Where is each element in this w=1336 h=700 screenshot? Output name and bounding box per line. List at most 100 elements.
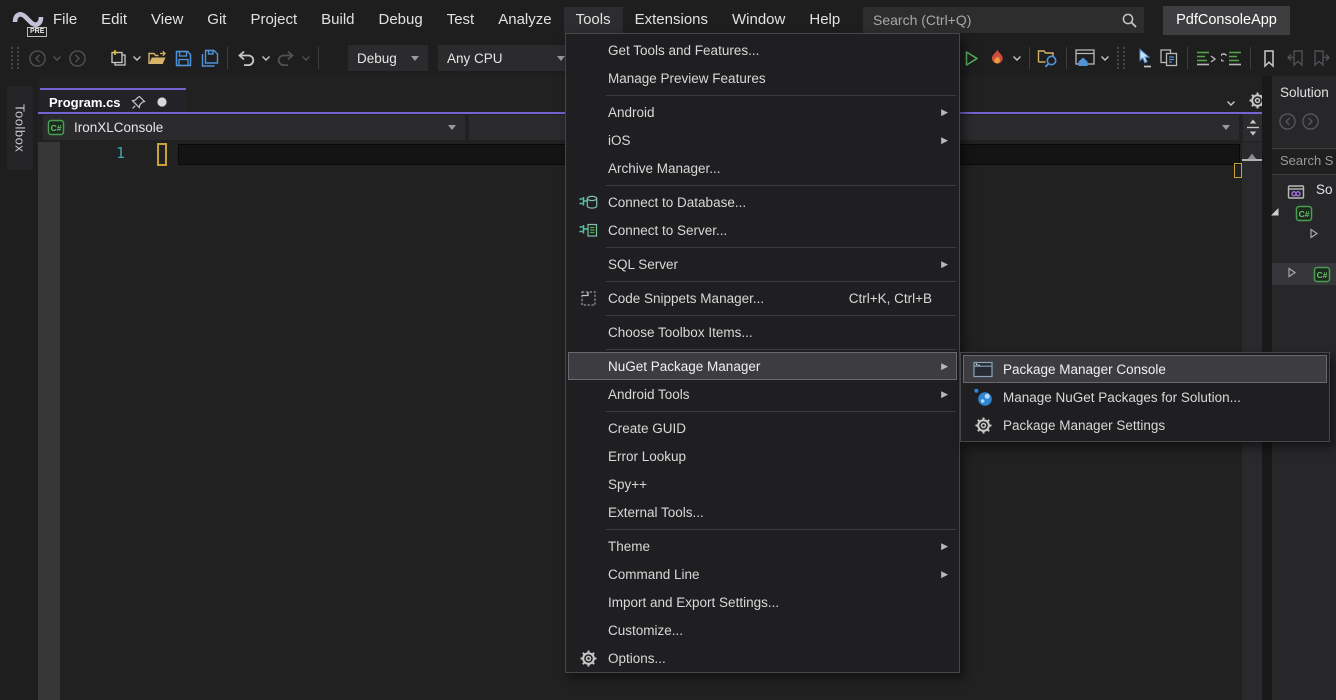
save-icon[interactable] [170,46,196,71]
next-bookmark-icon[interactable] [1308,46,1334,71]
menu-item-connect-to-server[interactable]: Connect to Server... [568,216,957,244]
menu-item-package-manager-console[interactable]: Package Manager Console [963,355,1327,383]
menu-item-manage-nuget-packages-for-solution[interactable]: Manage NuGet Packages for Solution... [963,383,1327,411]
window-home-icon[interactable] [1072,46,1098,71]
menu-item-label: Manage NuGet Packages for Solution... [1003,390,1241,405]
menu-item-spy[interactable]: Spy++ [568,470,957,498]
solution-search-box[interactable]: Search S [1272,148,1336,175]
search-box[interactable]: Search (Ctrl+Q) [863,7,1144,33]
solution-tree-row[interactable]: C# [1272,263,1336,285]
menu-item-get-tools-and-features[interactable]: Get Tools and Features... [568,36,957,64]
menu-item-android-tools[interactable]: Android Tools▶ [568,380,957,408]
menubar-item-help[interactable]: Help [797,7,852,33]
menu-item-external-tools[interactable]: External Tools... [568,498,957,526]
menu-item-ios[interactable]: iOS▶ [568,126,957,154]
format-selection-icon[interactable] [1219,46,1245,71]
line-number: 1 [116,144,136,162]
toggle-bookmark-icon[interactable] [1256,46,1282,71]
toolbar-separator [1066,47,1067,69]
solution-tree-row[interactable] [1272,224,1336,246]
menubar-item-extensions[interactable]: Extensions [623,7,720,33]
navigate-back-icon[interactable] [24,46,50,71]
new-project-dropdown-icon[interactable] [130,46,144,71]
menubar-item-edit[interactable]: Edit [89,7,139,33]
menu-item-manage-preview-features[interactable]: Manage Preview Features [568,64,957,92]
menu-item-label: Android [608,105,655,120]
previous-bookmark-icon[interactable] [1282,46,1308,71]
menubar-item-project[interactable]: Project [238,7,309,33]
menubar-item-analyze[interactable]: Analyze [486,7,563,33]
menubar-item-tools[interactable]: Tools [564,7,623,33]
find-in-files-icon[interactable] [1035,46,1061,71]
unsaved-dot-icon[interactable] [156,96,168,108]
search-icon[interactable] [1114,12,1144,29]
menu-item-package-manager-settings[interactable]: Package Manager Settings [963,411,1327,439]
menu-item-android[interactable]: Android▶ [568,98,957,126]
forward-icon[interactable] [1301,112,1320,136]
menubar-item-git[interactable]: Git [195,7,238,33]
split-window-button[interactable] [1243,114,1262,141]
hot-reload-dropdown-icon[interactable] [1010,46,1024,71]
paste-source-icon[interactable] [1156,46,1182,71]
window-home-dropdown-icon[interactable] [1098,46,1112,71]
solution-name-button[interactable]: PdfConsoleApp [1163,6,1290,35]
selection-tool-icon[interactable] [1130,46,1156,71]
solution-tree-row[interactable]: C# [1272,202,1336,224]
hot-reload-icon[interactable] [984,46,1010,71]
menubar-item-build[interactable]: Build [309,7,366,33]
open-file-icon[interactable] [144,46,170,71]
toolbar-drag-handle[interactable] [1117,47,1125,69]
navigate-forward-icon[interactable] [64,46,90,71]
menu-item-error-lookup[interactable]: Error Lookup [568,442,957,470]
redo-dropdown-icon[interactable] [299,46,313,71]
debug-configuration-combo[interactable]: Debug [348,45,428,71]
toolbar-left-icons [6,40,324,76]
menu-item-archive-manager[interactable]: Archive Manager... [568,154,957,182]
navigate-back-dropdown-icon[interactable] [50,46,64,71]
menu-item-choose-toolbox-items[interactable]: Choose Toolbox Items... [568,318,957,346]
document-tab[interactable]: Program.cs [40,88,186,114]
scrollbar-up-icon[interactable] [1246,148,1258,166]
back-icon[interactable] [1278,112,1297,136]
toolbar-drag-handle[interactable] [11,47,19,69]
menu-item-theme[interactable]: Theme▶ [568,532,957,560]
menu-item-nuget-package-manager[interactable]: NuGet Package Manager▶ [568,352,957,380]
menu-item-label: iOS [608,133,631,148]
solution-tree-row[interactable]: So [1272,180,1336,202]
menu-item-label: Error Lookup [608,449,686,464]
menu-item-options[interactable]: Options... [568,644,957,672]
toolbox-tab[interactable]: Toolbox [7,86,33,170]
menubar-item-file[interactable]: File [41,7,89,33]
menu-item-customize[interactable]: Customize... [568,616,957,644]
start-without-debugging-icon[interactable] [958,46,984,71]
menubar-item-debug[interactable]: Debug [367,7,435,33]
menubar-item-test[interactable]: Test [435,7,487,33]
undo-icon[interactable] [233,46,259,71]
menu-item-code-snippets-manager[interactable]: Code Snippets Manager...Ctrl+K, Ctrl+B [568,284,957,312]
new-project-icon[interactable] [104,46,130,71]
caret-box [157,143,167,166]
project-dropdown[interactable]: C# IronXLConsole [43,115,465,140]
platform-combo[interactable]: Any CPU [438,45,574,71]
document-tab-title: Program.cs [40,95,121,110]
menu-item-sql-server[interactable]: SQL Server▶ [568,250,957,278]
pin-icon[interactable] [131,95,146,110]
menu-item-create-guid[interactable]: Create GUID [568,414,957,442]
format-document-icon[interactable] [1193,46,1219,71]
menubar-item-view[interactable]: View [139,7,195,33]
menu-item-import-and-export-settings[interactable]: Import and Export Settings... [568,588,957,616]
undo-dropdown-icon[interactable] [259,46,273,71]
menubar-item-window[interactable]: Window [720,7,797,33]
menu-item-label: Get Tools and Features... [608,43,759,58]
csharp-project-icon: C# [47,119,65,136]
expanded-arrow-icon [1268,205,1281,223]
tab-list-chevron-icon[interactable] [1226,94,1236,112]
redo-icon[interactable] [273,46,299,71]
scrollbar-thumb[interactable] [1242,159,1262,161]
save-all-icon[interactable] [196,46,222,71]
collapsed-arrow-icon [1285,266,1298,284]
menu-item-label: Choose Toolbox Items... [608,325,753,340]
menu-item-command-line[interactable]: Command Line▶ [568,560,957,588]
menu-item-connect-to-database[interactable]: Connect to Database... [568,188,957,216]
toolbar-separator [1029,47,1030,69]
